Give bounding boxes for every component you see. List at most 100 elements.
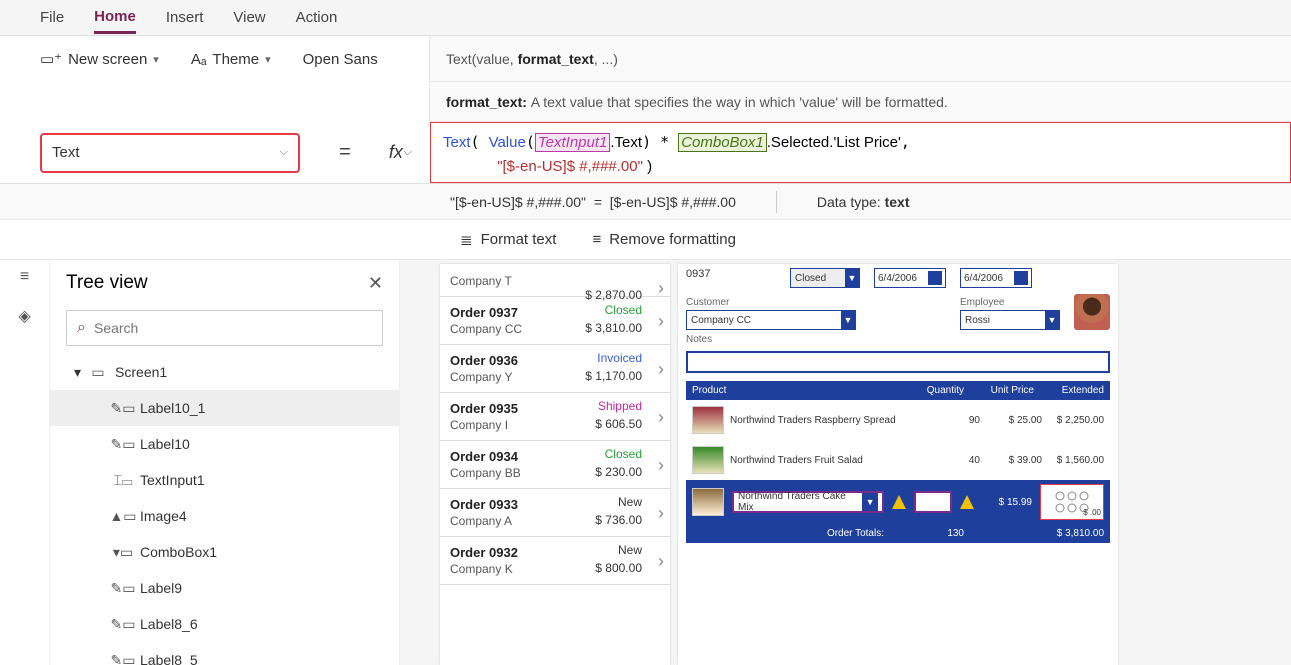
menubar: File Home Insert View Action: [0, 0, 1291, 36]
screen-icon: ▭: [89, 365, 107, 379]
status-dropdown[interactable]: Closed▼: [790, 268, 860, 288]
new-screen-label: New screen: [68, 51, 147, 68]
tree-item[interactable]: ✎▭ Label10: [50, 426, 399, 462]
menu-insert[interactable]: Insert: [166, 3, 204, 32]
new-screen-button[interactable]: ▭⁺ New screen ▾: [40, 50, 159, 68]
formula-bar: Text ⌵ = fx ⌵ Text( Value(TextInput1.Tex…: [0, 122, 1291, 184]
chevron-right-icon: ›: [658, 551, 664, 572]
tree-item[interactable]: ⌶▭ TextInput1: [50, 462, 399, 498]
order-item[interactable]: Order 0935Company IShipped$ 606.50›: [440, 393, 670, 441]
tree-item-label: Image4: [140, 508, 187, 524]
fn-name: Text: [443, 134, 471, 151]
menu-home[interactable]: Home: [94, 2, 136, 34]
tree-item-label: TextInput1: [140, 472, 205, 488]
chevron-down-icon: ▾: [265, 53, 271, 66]
tree-item-label: ComboBox1: [140, 544, 217, 560]
format-actions: ≣ Format text ≡ Remove formatting: [0, 220, 1291, 260]
warning-icon: [892, 495, 906, 509]
label-icon: ✎▭: [114, 401, 132, 415]
notes-input[interactable]: [686, 351, 1110, 373]
ref-combobox: ComboBox1: [678, 133, 767, 152]
menu-action[interactable]: Action: [296, 3, 338, 32]
theme-label: Theme: [212, 51, 259, 68]
product-combobox[interactable]: Northwind Traders Cake Mix▼: [732, 491, 884, 513]
value-fn: Value: [489, 134, 526, 151]
formula-input[interactable]: Text( Value(TextInput1.Text) * ComboBox1…: [430, 122, 1291, 183]
home-toolbar: ▭⁺ New screen ▾ Aₐ Theme ▾ Open Sans: [0, 36, 430, 82]
property-selector[interactable]: Text ⌵: [40, 133, 300, 173]
label-icon: ✎▭: [114, 437, 132, 451]
product-image: [692, 446, 724, 474]
date2-picker[interactable]: 6/4/2006: [960, 268, 1032, 288]
edit-row: Northwind Traders Cake Mix▼ $ 15.99 $ .0…: [686, 480, 1110, 524]
chevron-down-icon: ⌵: [280, 146, 288, 159]
expand-icon[interactable]: ▾: [74, 364, 81, 381]
combobox-icon: ▾▭: [114, 545, 132, 559]
tree: ▾ ▭ Screen1 ✎▭ Label10_1 ✎▭ Label10 ⌶▭ TextIn…: [50, 354, 399, 665]
screen-icon: ▭⁺: [40, 50, 62, 68]
left-gutter: ≡ ◈: [0, 260, 50, 665]
eval-lhs: "[$-en-US]$ #,###.00": [450, 194, 586, 210]
order-item[interactable]: Company T$ 2,870.00›: [440, 264, 670, 297]
tree-item[interactable]: ▲▭Image4: [50, 498, 399, 534]
screen-label: Screen1: [115, 364, 167, 380]
evaluation-bar: "[$-en-US]$ #,###.00" = [$-en-US]$ #,###…: [0, 184, 1291, 220]
tree-item[interactable]: ✎▭ Label10_1: [50, 390, 399, 426]
textinput-icon: ⌶▭: [114, 473, 132, 487]
theme-button[interactable]: Aₐ Theme ▾: [191, 51, 271, 68]
font-button[interactable]: Open Sans: [303, 51, 378, 68]
tree-item[interactable]: ✎▭ Label9: [50, 570, 399, 606]
order-item[interactable]: Order 0932Company KNew$ 800.00›: [440, 537, 670, 585]
tree-view-panel: Tree view ✕ ⌕ ▾ ▭ Screen1 ✎▭Label10_1✎▭L…: [50, 260, 400, 665]
tree-item[interactable]: ✎▭Label8_6: [50, 606, 399, 642]
grid-row: Northwind Traders Fruit Salad40$ 39.00$ …: [686, 440, 1110, 480]
chevron-down-icon: ▾: [153, 53, 159, 66]
signature-tooltip: Text(value, format_text, ...): [430, 36, 1291, 82]
remove-formatting-button[interactable]: ≡ Remove formatting: [592, 231, 735, 248]
tree-item-label: Label10: [140, 436, 190, 452]
chevron-right-icon: ›: [658, 278, 664, 299]
grid-header: Product Quantity Unit Price Extended: [686, 381, 1110, 400]
customer-dropdown[interactable]: Company CC▼: [686, 310, 856, 330]
chevron-right-icon: ›: [658, 455, 664, 476]
employee-dropdown[interactable]: Rossi▼: [960, 310, 1060, 330]
tree-item[interactable]: ✎▭Label8_5: [50, 642, 399, 665]
tree-view-title: Tree view: [66, 272, 148, 294]
qty-input[interactable]: [914, 491, 952, 513]
param-name: format_text:: [446, 94, 527, 110]
order-detail-form: 0937 Closed▼ 6/4/2006 6/4/2006 CustomerC…: [678, 264, 1118, 665]
order-item[interactable]: Order 0934Company BBClosed$ 230.00›: [440, 441, 670, 489]
fx-button[interactable]: fx ⌵: [370, 122, 430, 183]
layers-icon[interactable]: ◈: [18, 306, 30, 326]
chevron-right-icon: ›: [658, 503, 664, 524]
format-icon: ≣: [460, 231, 473, 249]
equals-sign: =: [320, 122, 370, 183]
order-item[interactable]: Order 0936Company YInvoiced$ 1,170.00›: [440, 345, 670, 393]
grid-row: Northwind Traders Raspberry Spread90$ 25…: [686, 400, 1110, 440]
tree-item-label: Label10_1: [140, 400, 205, 416]
tree-screen-row[interactable]: ▾ ▭ Screen1: [50, 354, 399, 390]
tree-item[interactable]: ▾▭ ComboBox1: [50, 534, 399, 570]
chevron-right-icon: ›: [658, 311, 664, 332]
menu-file[interactable]: File: [40, 3, 64, 32]
avatar: [1074, 294, 1110, 330]
date1-picker[interactable]: 6/4/2006: [874, 268, 946, 288]
order-item[interactable]: Order 0933Company ANew$ 736.00›: [440, 489, 670, 537]
calendar-icon: [1014, 271, 1028, 285]
menu-view[interactable]: View: [233, 3, 265, 32]
search-input[interactable]: [94, 320, 372, 336]
tree-search[interactable]: ⌕: [66, 310, 383, 346]
canvas[interactable]: Company T$ 2,870.00›Order 0937Company CC…: [400, 260, 1291, 665]
format-text-button[interactable]: ≣ Format text: [460, 231, 556, 249]
tree-item-label: Label9: [140, 580, 182, 596]
label-icon: ✎▭: [114, 581, 132, 595]
product-image: [692, 488, 724, 516]
format-string: "[$-en-US]$ #,###.00": [497, 158, 643, 175]
warning-icon: [960, 495, 974, 509]
hamburger-icon[interactable]: ≡: [20, 268, 29, 286]
close-icon[interactable]: ✕: [368, 273, 383, 294]
unit-price-label: $ 15.99: [982, 497, 1032, 508]
orders-gallery[interactable]: Company T$ 2,870.00›Order 0937Company CC…: [440, 264, 670, 665]
order-item[interactable]: Order 0937Company CCClosed$ 3,810.00›: [440, 297, 670, 345]
search-icon: ⌕: [77, 319, 86, 337]
